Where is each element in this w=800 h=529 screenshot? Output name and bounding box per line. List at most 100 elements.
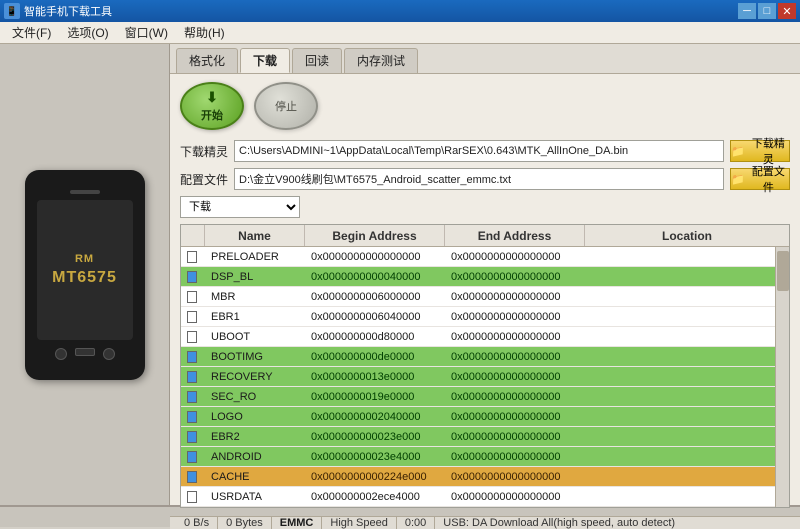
row-location	[585, 487, 775, 506]
status-bar: 0 B/s 0 Bytes EMMC High Speed 0:00 USB: …	[170, 516, 800, 529]
menu-options[interactable]: 选项(O)	[59, 22, 116, 43]
maximize-button[interactable]: □	[758, 3, 776, 19]
close-button[interactable]: ✕	[778, 3, 796, 19]
row-name: ANDROID	[205, 447, 305, 466]
row-begin-address: 0x0000000006040000	[305, 307, 445, 326]
row-checkbox[interactable]	[181, 267, 205, 286]
row-checkbox[interactable]	[181, 327, 205, 346]
right-panel: 格式化 下载 回读 内存测试 ⬇ 开始 停止 下载精灵	[170, 44, 800, 505]
row-checkbox[interactable]	[181, 447, 205, 466]
row-checkbox[interactable]	[181, 307, 205, 326]
row-begin-address: 0x000000000de0000	[305, 347, 445, 366]
config-file-label: 配置文件	[180, 171, 228, 188]
row-end-address: 0x0000000000000000	[445, 447, 585, 466]
minimize-button[interactable]: ─	[738, 3, 756, 19]
table-row[interactable]: DSP_BL0x00000000000400000x00000000000000…	[181, 267, 775, 287]
main-content: RM MT6575 格式化 下载 回读 内存测试 ⬇ 开始	[0, 44, 800, 505]
row-name: LOGO	[205, 407, 305, 426]
phone-btn-menu	[103, 348, 115, 360]
row-end-address: 0x0000000000000000	[445, 487, 585, 506]
phone-mock: RM MT6575	[25, 170, 145, 380]
row-name: BOOTIMG	[205, 347, 305, 366]
row-end-address: 0x0000000000000000	[445, 427, 585, 446]
row-name: CACHE	[205, 467, 305, 486]
table-row[interactable]: BOOTIMG0x000000000de00000x00000000000000…	[181, 347, 775, 367]
table-row[interactable]: LOGO0x00000000020400000x0000000000000000	[181, 407, 775, 427]
phone-screen: RM MT6575	[37, 200, 133, 340]
row-checkbox[interactable]	[181, 427, 205, 446]
tab-readback[interactable]: 回读	[292, 48, 342, 73]
row-location	[585, 427, 775, 446]
table-row[interactable]: EBR20x000000000023e0000x0000000000000000	[181, 427, 775, 447]
row-name: PRELOADER	[205, 247, 305, 266]
tab-download[interactable]: 下载	[240, 48, 290, 73]
row-checkbox[interactable]	[181, 367, 205, 386]
config-file-btn-label: 配置文件	[748, 163, 789, 195]
row-checkbox[interactable]	[181, 487, 205, 506]
window-title: 智能手机下载工具	[24, 3, 738, 19]
scroll-thumb[interactable]	[777, 251, 789, 291]
status-speed: High Speed	[322, 517, 397, 529]
row-checkbox[interactable]	[181, 287, 205, 306]
row-checkbox[interactable]	[181, 467, 205, 486]
row-end-address: 0x0000000000000000	[445, 347, 585, 366]
table-row[interactable]: SEC_RO0x0000000019e00000x000000000000000…	[181, 387, 775, 407]
stop-button[interactable]: 停止	[254, 82, 318, 130]
table-row[interactable]: RECOVERY0x0000000013e00000x0000000000000…	[181, 367, 775, 387]
tab-format[interactable]: 格式化	[176, 48, 238, 73]
row-end-address: 0x0000000000000000	[445, 307, 585, 326]
table-header: Name Begin Address End Address Location	[181, 225, 789, 247]
row-end-address: 0x0000000000000000	[445, 327, 585, 346]
folder-icon-2: 📁	[731, 173, 745, 186]
download-icon: ⬇	[206, 89, 218, 106]
menu-window[interactable]: 窗口(W)	[117, 22, 176, 43]
row-end-address: 0x0000000000000000	[445, 267, 585, 286]
row-begin-address: 0x0000000000000000	[305, 247, 445, 266]
row-checkbox[interactable]	[181, 347, 205, 366]
row-location	[585, 447, 775, 466]
row-location	[585, 247, 775, 266]
content-area: ⬇ 开始 停止 下载精灵 📁 下载精灵 配置文件	[170, 74, 800, 516]
phone-btn-home	[75, 348, 95, 356]
download-wizard-input[interactable]	[234, 140, 724, 162]
table-row[interactable]: USRDATA0x000000002ece40000x0000000000000…	[181, 487, 775, 507]
table-row[interactable]: EBR10x00000000060400000x0000000000000000	[181, 307, 775, 327]
table-body: PRELOADER0x00000000000000000x00000000000…	[181, 247, 775, 507]
start-button[interactable]: ⬇ 开始	[180, 82, 244, 130]
window-controls: ─ □ ✕	[738, 3, 796, 19]
phone-buttons	[55, 348, 115, 360]
menu-file[interactable]: 文件(F)	[4, 22, 59, 43]
table-row[interactable]: ANDROID0x00000000023e40000x0000000000000…	[181, 447, 775, 467]
table-scrollbar[interactable]	[775, 247, 789, 507]
row-begin-address: 0x0000000006000000	[305, 287, 445, 306]
row-end-address: 0x0000000000000000	[445, 247, 585, 266]
tab-bar: 格式化 下载 回读 内存测试	[170, 44, 800, 74]
table-row[interactable]: CACHE0x0000000000224e0000x00000000000000…	[181, 467, 775, 487]
row-location	[585, 267, 775, 286]
table-row[interactable]: MBR0x00000000060000000x0000000000000000	[181, 287, 775, 307]
row-location	[585, 467, 775, 486]
row-end-address: 0x0000000000000000	[445, 467, 585, 486]
phone-panel: RM MT6575	[0, 44, 170, 505]
row-begin-address: 0x0000000019e0000	[305, 387, 445, 406]
row-location	[585, 367, 775, 386]
row-location	[585, 347, 775, 366]
row-begin-address: 0x0000000002040000	[305, 407, 445, 426]
row-checkbox[interactable]	[181, 407, 205, 426]
status-bytes: 0 Bytes	[218, 517, 272, 529]
tab-memory-test[interactable]: 内存测试	[344, 48, 418, 73]
row-checkbox[interactable]	[181, 387, 205, 406]
config-file-input[interactable]	[234, 168, 724, 190]
table-row[interactable]: UBOOT0x000000000d800000x0000000000000000	[181, 327, 775, 347]
download-wizard-button[interactable]: 📁 下载精灵	[730, 140, 790, 162]
download-type-select[interactable]: 下载 格式化 回读	[180, 196, 300, 218]
menu-help[interactable]: 帮助(H)	[176, 22, 233, 43]
row-name: MBR	[205, 287, 305, 306]
row-name: EBR1	[205, 307, 305, 326]
stop-label: 停止	[275, 98, 297, 114]
row-checkbox[interactable]	[181, 247, 205, 266]
config-file-button[interactable]: 📁 配置文件	[730, 168, 790, 190]
start-label: 开始	[201, 107, 223, 123]
col-location: Location	[585, 225, 789, 246]
table-row[interactable]: PRELOADER0x00000000000000000x00000000000…	[181, 247, 775, 267]
